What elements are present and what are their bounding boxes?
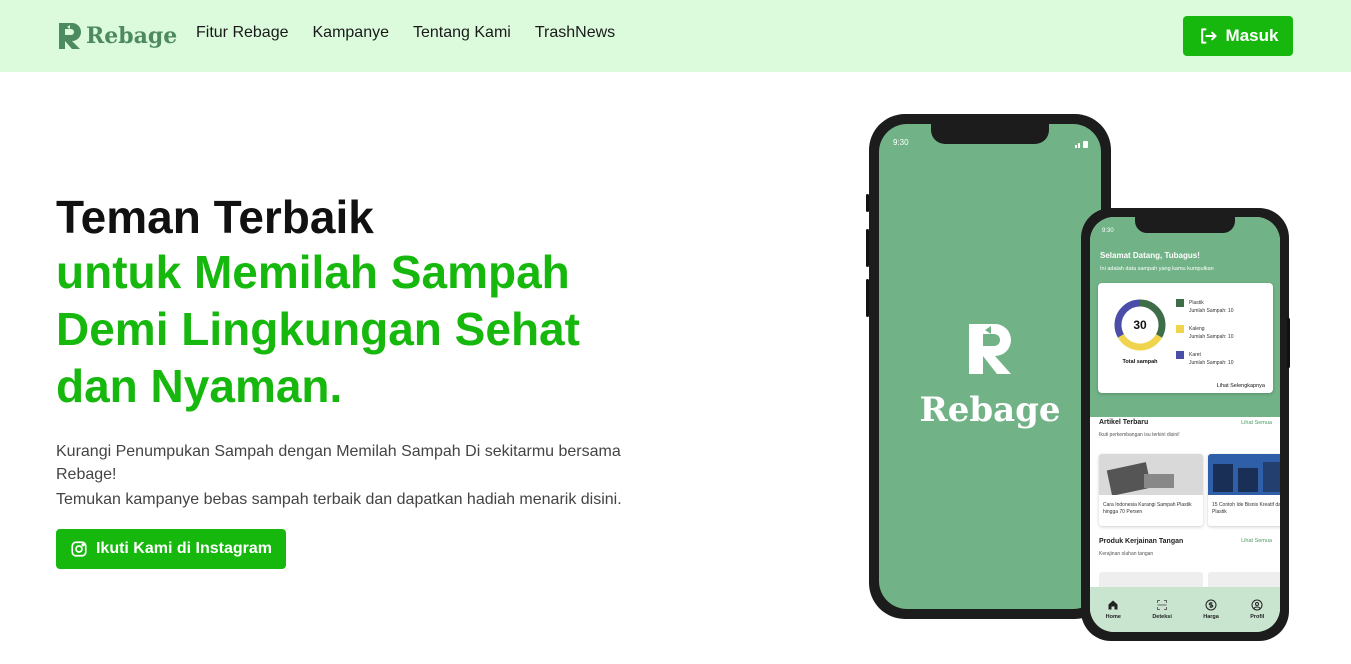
legend-item-kaleng: Kaleng Jumlah Sampah: 10: [1176, 325, 1233, 341]
greeting-text: Selamat Datang, Tubagus!: [1100, 251, 1200, 260]
legend-item-karet: Karet Jumlah Sampah: 10: [1176, 351, 1233, 367]
user-icon: [1251, 599, 1263, 611]
login-label: Masuk: [1225, 26, 1279, 45]
phone-side-button: [866, 194, 869, 212]
navbar: Rebage Fitur Rebage Kampanye Tentang Kam…: [0, 0, 1351, 72]
phone-side-button: [866, 279, 869, 317]
phone1-screen: 9:30 Rebage: [879, 124, 1101, 609]
donut-total: 30: [1133, 318, 1147, 332]
phone-mockup-splash: 9:30 Rebage: [866, 114, 1111, 619]
bottom-nav-home[interactable]: Home: [1106, 599, 1121, 620]
instagram-icon: [71, 541, 87, 557]
hero-description: Kurangi Penumpukan Sampah dengan Memilah…: [56, 440, 676, 511]
splash-brand-text: Rebage: [919, 390, 1061, 430]
rebage-logo-icon: [59, 23, 81, 49]
sign-in-icon: [1200, 28, 1217, 44]
products-title: Produk Kerjainan Tangan: [1099, 538, 1184, 545]
legend-item-plastik: Plastik Jumlah Sampah: 10: [1176, 299, 1233, 315]
articles-subtitle: Ikuti perkembangan isu terkini disini!: [1099, 432, 1180, 438]
phone-mockup-dashboard: 9:30 Selamat Datang, Tubagus! Ini adalah…: [1081, 208, 1290, 641]
bottom-nav-profil[interactable]: Profil: [1250, 599, 1264, 620]
phone2-screen: 9:30 Selamat Datang, Tubagus! Ini adalah…: [1090, 217, 1280, 632]
article-card[interactable]: 15 Contoh Ide Bisnis Kreatif dari Limbah…: [1208, 454, 1280, 526]
products-see-all-link[interactable]: Lihat Semua: [1241, 538, 1272, 544]
donut-total-label: Total sampah: [1122, 359, 1158, 365]
bottom-nav-deteksi[interactable]: Deteksi: [1152, 599, 1172, 620]
signal-battery-icon: [1075, 141, 1088, 148]
bottom-navigation: Home Deteksi Harga Profil: [1090, 587, 1280, 632]
legend-swatch: [1176, 299, 1184, 307]
bottom-nav-harga[interactable]: Harga: [1203, 599, 1219, 620]
hero-desc-1: Kurangi Penumpukan Sampah dengan Memilah…: [56, 443, 621, 483]
article-caption: Cara Indonesia Kurangi Sampah Plastik hi…: [1103, 502, 1192, 515]
status-time: 9:30: [1102, 228, 1114, 234]
trash-summary-card[interactable]: 30 Total sampah Plastik Jumlah Sampah: 1…: [1098, 283, 1273, 393]
phone-side-button: [866, 229, 869, 267]
hero-title-line1: Teman Terbaik: [56, 190, 408, 246]
rebage-splash-logo-icon: [969, 324, 1011, 374]
nav-link-kampanye[interactable]: Kampanye: [313, 24, 390, 42]
articles-see-all-link[interactable]: Lihat Semua: [1241, 420, 1272, 426]
phone-notch: [1135, 217, 1235, 233]
hero-desc-2: Temukan kampanye bebas sampah terbaik da…: [56, 491, 622, 508]
nav-link-trashnews[interactable]: TrashNews: [535, 24, 615, 42]
articles-title: Artikel Terbaru: [1099, 419, 1149, 426]
phone-notch: [931, 124, 1049, 144]
products-subtitle: Kerajinan olahan tangan: [1099, 551, 1154, 557]
article-caption: 15 Contoh Ide Bisnis Kreatif dari Limbah…: [1212, 502, 1280, 515]
hero-title-line2: untuk Memilah Sampah: [56, 246, 570, 298]
nav-link-fitur[interactable]: Fitur Rebage: [196, 24, 289, 42]
instagram-button-label: Ikuti Kami di Instagram: [95, 540, 273, 557]
scan-icon: [1157, 600, 1168, 610]
article-image: [1099, 454, 1203, 496]
phone-side-button: [1287, 318, 1290, 368]
nav-links: Fitur Rebage Kampanye Tentang Kami Trash…: [196, 24, 615, 42]
hero-title-line4: dan Nyaman.: [56, 360, 343, 412]
greeting-subtext: Ini adalah data sampah yang kamu kumpulk…: [1100, 266, 1214, 272]
instagram-follow-button[interactable]: Ikuti Kami di Instagram: [56, 529, 286, 569]
legend-swatch: [1176, 325, 1184, 333]
dollar-icon: [1205, 599, 1217, 611]
brand-name: Rebage: [86, 23, 178, 49]
nav-link-tentang[interactable]: Tentang Kami: [413, 24, 511, 42]
legend-swatch: [1176, 351, 1184, 359]
article-image: [1208, 454, 1280, 495]
hero-title: Teman Terbaik untuk Memilah Sampah Demi …: [56, 190, 580, 415]
status-time: 9:30: [893, 138, 909, 147]
login-button[interactable]: Masuk: [1183, 16, 1293, 56]
brand-logo[interactable]: Rebage: [56, 20, 177, 52]
hero-title-line3: Demi Lingkungan Sehat: [56, 303, 580, 355]
see-more-link[interactable]: Lihat Selengkapnya: [1217, 383, 1265, 389]
article-card[interactable]: Cara Indonesia Kurangi Sampah Plastik hi…: [1099, 454, 1203, 526]
home-icon: [1108, 600, 1118, 610]
